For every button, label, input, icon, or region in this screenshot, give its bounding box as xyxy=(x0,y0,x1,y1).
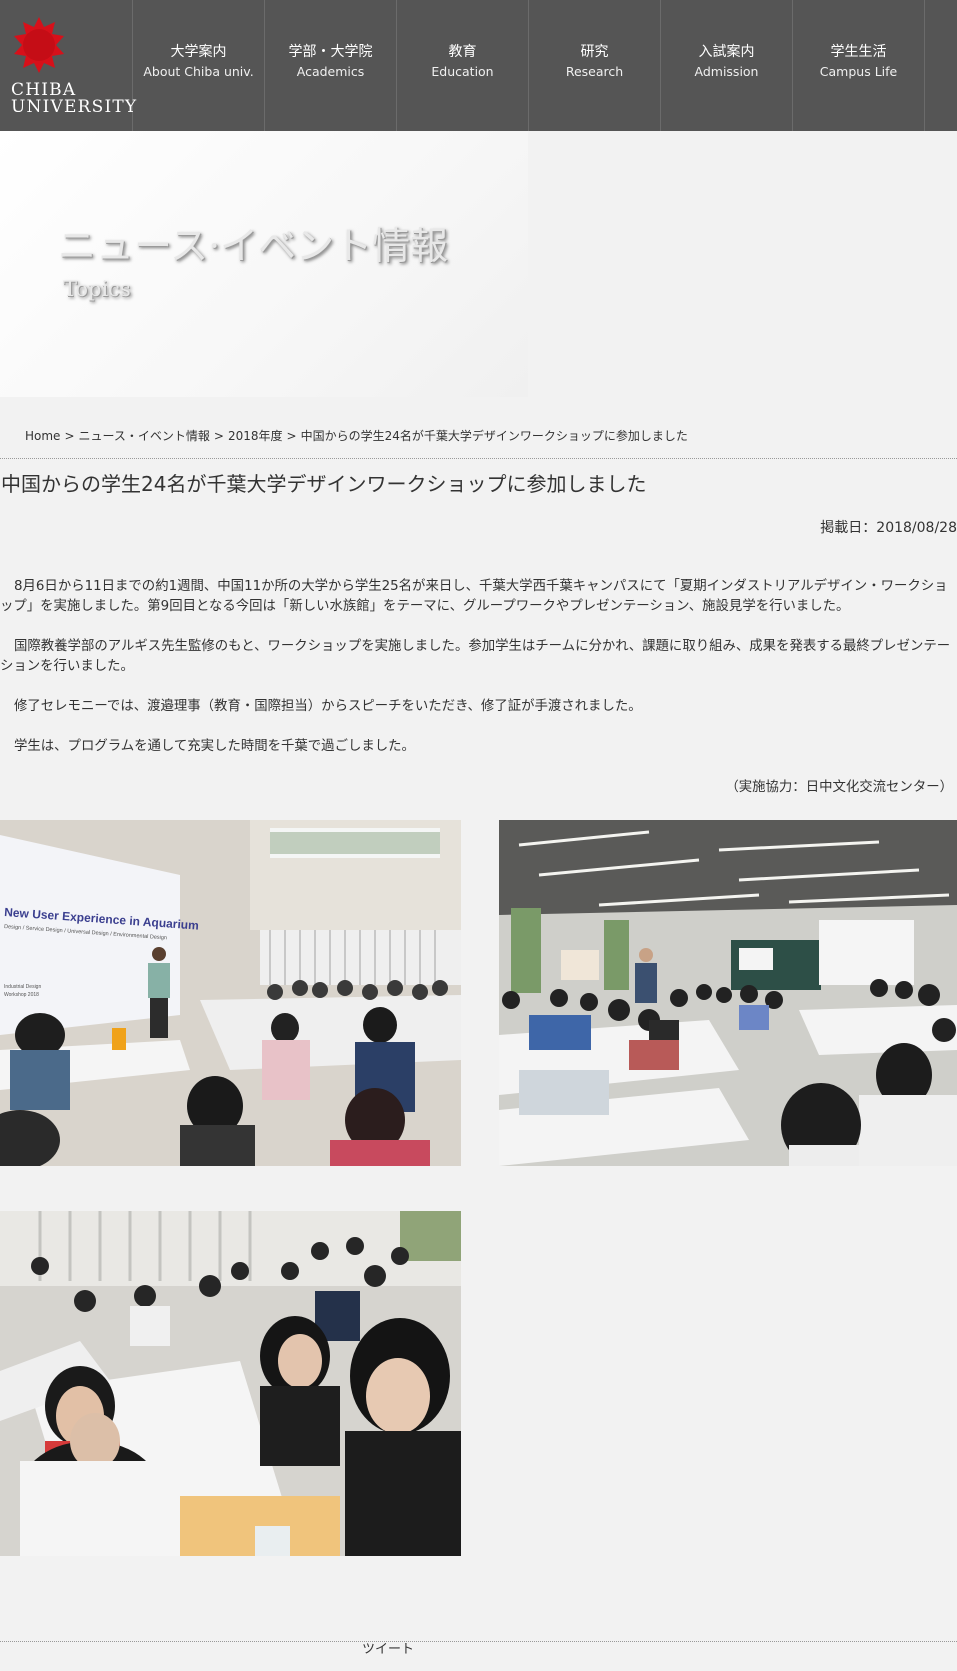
nav-label-jp: 研究 xyxy=(580,44,609,60)
slide-footer-text: Industrial Design xyxy=(4,984,41,990)
nav-label-jp: 学生生活 xyxy=(830,44,887,60)
breadcrumb-news-link[interactable]: ニュース・イベント情報 xyxy=(79,429,210,443)
nav-label-jp: 大学案内 xyxy=(170,44,227,60)
page-hero-banner: ニュース·イベント情報 Topics xyxy=(0,131,528,397)
nav-label-en: Research xyxy=(565,64,624,79)
logo-text-university: UNIVERSITY xyxy=(11,97,138,117)
breadcrumb: Home > ニュース・イベント情報 >2018年度 > 中国からの学生24名が千葉大学デ… xyxy=(25,428,688,444)
breadcrumb-separator: > xyxy=(213,429,224,443)
nav-label-en: Academics xyxy=(296,64,365,79)
site-header: CHIBA UNIVERSITY 大学案内 About Chiba univ. … xyxy=(0,0,957,131)
nav-item-academics[interactable]: 学部・大学院 Academics xyxy=(265,0,397,131)
main-nav: 大学案内 About Chiba univ. 学部・大学院 Academics … xyxy=(133,0,925,131)
breadcrumb-year-link[interactable]: 2018年度 xyxy=(228,429,283,443)
divider xyxy=(0,1641,957,1642)
nav-item-about[interactable]: 大学案内 About Chiba univ. xyxy=(133,0,265,131)
nav-label-en: Campus Life xyxy=(819,64,898,79)
tweet-button[interactable]: ツイート xyxy=(362,1641,414,1659)
nav-item-research[interactable]: 研究 Research xyxy=(529,0,661,131)
nav-label-en: Admission xyxy=(694,64,759,79)
article-credit: （実施協力：日中文化交流センター） xyxy=(725,780,953,795)
breadcrumb-home-link[interactable]: Home xyxy=(25,429,60,443)
photo-presentation: New User Experience in Aquarium Design /… xyxy=(0,820,461,1166)
photo-students-group xyxy=(0,1211,461,1556)
article-paragraph: 8月6日から11日までの約1週間、中国11か所の大学から学生25名が来日し、千葉… xyxy=(0,579,948,614)
photo-classroom xyxy=(499,820,957,1166)
article-paragraph: 国際教養学部のアルギス先生監修のもと、ワークショップを実施しました。参加学生はチ… xyxy=(0,639,951,674)
nav-label-en: About Chiba univ. xyxy=(143,64,254,79)
breadcrumb-separator: > xyxy=(286,429,297,443)
article-title: 中国からの学生24名が千葉大学デザインワークショップに参加しました xyxy=(1,472,647,496)
article-paragraph: 学生は、プログラムを通して充実した時間を千葉で過ごしました。 xyxy=(14,739,415,754)
nav-label-jp: 入試案内 xyxy=(698,44,755,60)
nav-label-jp: 教育 xyxy=(448,44,477,60)
publish-date: 掲載日：2018/08/28 xyxy=(820,520,957,536)
breadcrumb-current: 中国からの学生24名が千葉大学デザインワークショップに参加しました xyxy=(300,429,688,443)
nav-item-campus-life[interactable]: 学生生活 Campus Life xyxy=(793,0,925,131)
article-body: 8月6日から11日までの約1週間、中国11か所の大学から学生25名が来日し、千葉… xyxy=(0,577,957,777)
nav-item-education[interactable]: 教育 Education xyxy=(397,0,529,131)
article-paragraph: 修了セレモニーでは、渡邉理事（教育・国際担当）からスピーチをいただき、修了証が手… xyxy=(14,699,642,714)
hero-subtitle: Topics xyxy=(63,277,131,301)
slide-footer-text: Workshop 2018 xyxy=(4,992,39,998)
logo-text: CHIBA UNIVERSITY xyxy=(11,82,137,116)
red-flower-emblem-icon xyxy=(14,17,64,73)
breadcrumb-separator: > xyxy=(64,429,75,443)
nav-label-jp: 学部・大学院 xyxy=(288,44,373,60)
nav-item-admission[interactable]: 入試案内 Admission xyxy=(661,0,793,131)
divider xyxy=(0,458,957,459)
hero-title: ニュース·イベント情報 xyxy=(58,224,449,268)
nav-label-en: Education xyxy=(431,64,494,79)
university-logo[interactable]: CHIBA UNIVERSITY xyxy=(0,0,136,131)
